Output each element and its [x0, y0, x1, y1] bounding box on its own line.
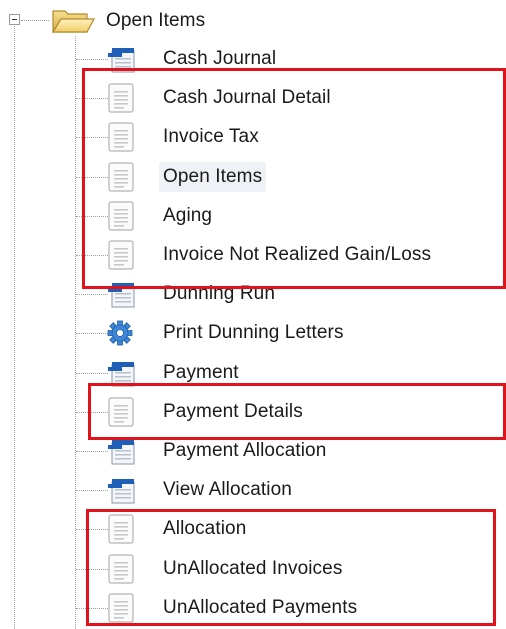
tree-item-print-dunning-letters[interactable]: Print Dunning Letters — [105, 315, 348, 351]
tree-node-label: Open Items — [106, 10, 206, 31]
tree-guide-line-root — [14, 26, 15, 629]
tree-connector — [76, 59, 108, 60]
folder-open-icon — [51, 10, 96, 33]
tree-connector — [76, 451, 108, 452]
tree-connector — [76, 294, 108, 295]
tree-connector — [76, 490, 108, 491]
tree-item-view-allocation[interactable]: View Allocation — [105, 472, 296, 508]
menu-tree: Open Items Cash Journal Cash Journal Deta… — [0, 0, 506, 629]
tree-item-label: View Allocation — [163, 479, 292, 500]
highlight-box — [82, 68, 506, 289]
tree-connector-root — [21, 20, 49, 21]
tree-node-open-items-folder[interactable]: Open Items — [50, 5, 205, 37]
tree-connector — [76, 333, 108, 334]
tree-item-label: Print Dunning Letters — [163, 322, 344, 343]
gear-icon — [105, 315, 145, 351]
highlight-box — [86, 509, 496, 626]
form-icon — [105, 472, 145, 508]
tree-item-label: Payment Allocation — [163, 440, 327, 461]
tree-connector — [76, 373, 108, 374]
highlight-box — [88, 383, 506, 440]
collapse-toggle[interactable] — [9, 14, 20, 25]
